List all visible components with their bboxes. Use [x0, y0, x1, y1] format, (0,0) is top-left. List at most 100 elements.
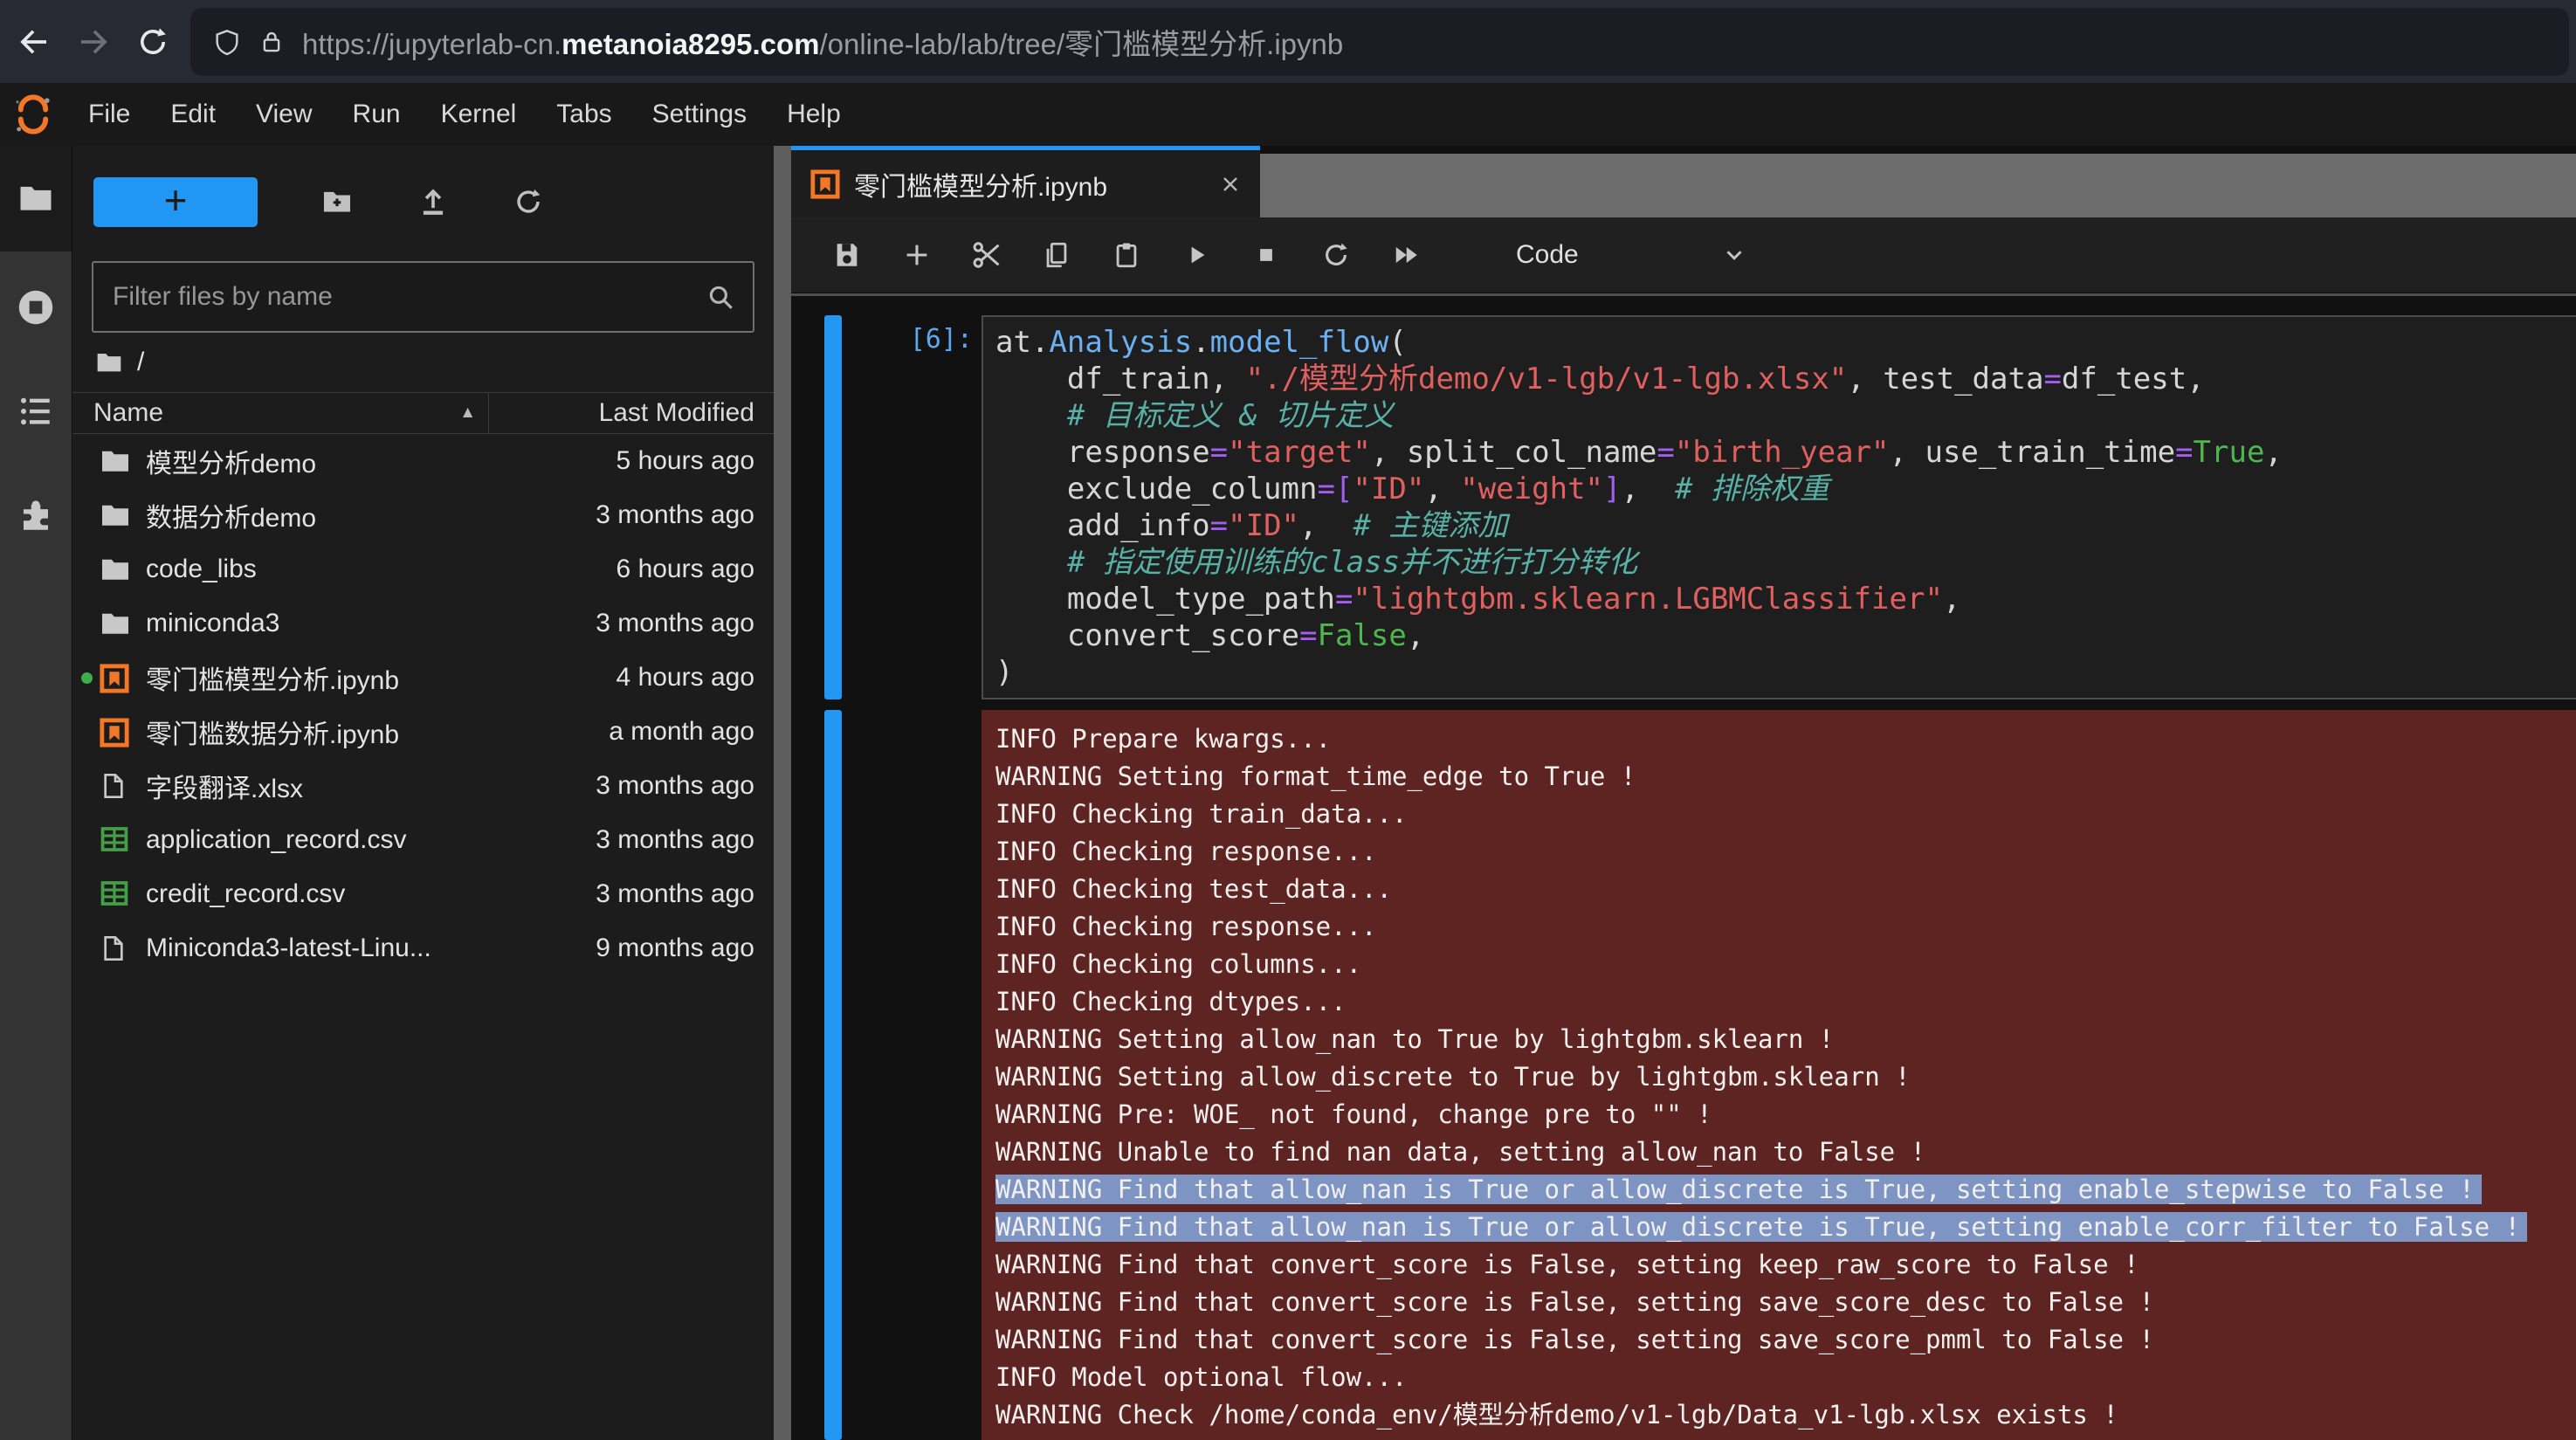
- plus-icon: [902, 240, 932, 270]
- file-name: 数据分析demo: [146, 496, 596, 534]
- copy-cells-button[interactable]: [1041, 239, 1072, 271]
- notebook-content: [6]: at.Analysis.model_flow( df_train, "…: [791, 293, 2576, 1440]
- tab-notebook[interactable]: 零门槛模型分析.ipynb: [791, 146, 1260, 217]
- sidebar-item-running-kernels[interactable]: [17, 288, 55, 327]
- main-dock-panel: 零门槛模型分析.ipynb: [791, 146, 2576, 1440]
- restart-kernel-button[interactable]: [1320, 239, 1352, 271]
- url-scheme: https://jupyterlab-cn.: [302, 28, 561, 60]
- menu-tabs[interactable]: Tabs: [536, 100, 631, 129]
- new-folder-button[interactable]: [320, 185, 354, 218]
- browser-back-button[interactable]: [9, 17, 59, 67]
- notebook-icon: [100, 716, 131, 748]
- cut-cells-button[interactable]: [971, 239, 1002, 271]
- folder-icon[interactable]: [95, 348, 123, 376]
- code-line: df_train, "./模型分析demo/v1-lgb/v1-lgb.xlsx…: [995, 361, 2576, 397]
- file-row[interactable]: 零门槛模型分析.ipynb4 hours ago: [72, 651, 774, 705]
- cell-collapser-output[interactable]: [824, 710, 842, 1440]
- file-modified: 3 months ago: [596, 771, 754, 801]
- new-launcher-button[interactable]: +: [93, 177, 258, 227]
- row-indicator-empty: [81, 456, 93, 467]
- lock-icon: [258, 29, 285, 55]
- output-line: WARNING Pre: WOE_ not found, change pre …: [995, 1096, 2576, 1133]
- upload-button[interactable]: [417, 185, 450, 218]
- sort-ascending-icon: ▲: [459, 403, 476, 423]
- code-line: # 指定使用训练的class并不进行打分转化: [995, 544, 2576, 581]
- cell-collapser-code[interactable]: [824, 315, 842, 699]
- file-row[interactable]: application_record.csv3 months ago: [72, 813, 774, 867]
- output-area[interactable]: INFO Prepare kwargs...WARNING Setting fo…: [981, 710, 2576, 1440]
- paste-cells-button[interactable]: [1111, 239, 1142, 271]
- add-cell-button[interactable]: [901, 239, 933, 271]
- output-line: INFO Model optional flow...: [995, 1359, 2576, 1396]
- refresh-icon: [513, 186, 544, 217]
- file-modified: 3 months ago: [596, 609, 754, 638]
- url-domain: metanoia8295.com: [561, 28, 819, 60]
- restart-run-all-button[interactable]: [1390, 239, 1422, 271]
- output-line: INFO Checking response...: [995, 833, 2576, 871]
- column-header-last-modified[interactable]: Last Modified: [489, 398, 774, 428]
- sidebar-item-extensions[interactable]: [17, 498, 54, 534]
- file-row[interactable]: Miniconda3-latest-Linu...9 months ago: [72, 921, 774, 975]
- tab-bar: 零门槛模型分析.ipynb: [791, 146, 2576, 217]
- code-editor[interactable]: at.Analysis.model_flow( df_train, "./模型分…: [981, 315, 2576, 699]
- code-line: # 目标定义 & 切片定义: [995, 397, 2576, 434]
- menu-help[interactable]: Help: [767, 100, 861, 129]
- file-row[interactable]: 字段翻译.xlsx3 months ago: [72, 759, 774, 813]
- jupyter-menu-bar: File Edit View Run Kernel Tabs Settings …: [0, 83, 2576, 146]
- menu-edit[interactable]: Edit: [150, 100, 236, 129]
- row-indicator-empty: [81, 781, 93, 792]
- menu-run[interactable]: Run: [333, 100, 421, 129]
- stop-icon: [1253, 242, 1279, 268]
- menu-file[interactable]: File: [68, 100, 150, 129]
- output-line: INFO Checking test_data...: [995, 871, 2576, 908]
- column-header-name[interactable]: Name ▲: [93, 398, 488, 428]
- file-modified: 3 months ago: [596, 825, 754, 855]
- output-line: WARNING Find that convert_score is False…: [995, 1246, 2576, 1284]
- save-button[interactable]: [831, 239, 863, 271]
- notebook-icon: [100, 662, 131, 693]
- csv-icon: [100, 824, 131, 856]
- file-name: 零门槛模型分析.ipynb: [146, 658, 616, 697]
- row-indicator-empty: [81, 564, 93, 575]
- breadcrumb: /: [72, 333, 774, 392]
- file-row[interactable]: 模型分析demo5 hours ago: [72, 434, 774, 488]
- sidebar-item-file-browser[interactable]: [17, 180, 54, 217]
- panel-splitter-handle[interactable]: [774, 146, 791, 1440]
- chevron-down-icon: [1721, 242, 1747, 268]
- file-row[interactable]: code_libs6 hours ago: [72, 542, 774, 596]
- refresh-file-list-button[interactable]: [513, 186, 544, 217]
- file-row[interactable]: 数据分析demo3 months ago: [72, 488, 774, 542]
- copy-icon: [1042, 240, 1071, 270]
- cell-type-dropdown[interactable]: Code: [1516, 240, 1579, 270]
- run-cell-button[interactable]: [1181, 239, 1212, 271]
- file-row[interactable]: miniconda33 months ago: [72, 596, 774, 651]
- menu-view[interactable]: View: [236, 100, 332, 129]
- browser-refresh-button[interactable]: [127, 17, 178, 67]
- clipboard-icon: [1112, 240, 1141, 270]
- code-line: exclude_column=["ID", "weight"], # 排除权重: [995, 471, 2576, 507]
- output-line: INFO Checking columns...: [995, 946, 2576, 983]
- play-icon: [1182, 241, 1210, 269]
- menu-settings[interactable]: Settings: [632, 100, 767, 129]
- filter-files-input[interactable]: [111, 281, 706, 313]
- scissors-icon: [971, 239, 1002, 271]
- sidebar-item-table-of-contents[interactable]: [17, 393, 54, 430]
- row-indicator-empty: [81, 943, 93, 954]
- interrupt-kernel-button[interactable]: [1250, 239, 1282, 271]
- cell-type-dropdown-arrow[interactable]: [1718, 239, 1750, 271]
- back-arrow-icon: [16, 24, 52, 60]
- file-list-header: Name ▲ Last Modified: [72, 392, 774, 434]
- breadcrumb-root[interactable]: /: [137, 348, 144, 377]
- browser-forward-button[interactable]: [68, 17, 119, 67]
- tab-bar-empty-area: [1260, 154, 2576, 217]
- url-path: /online-lab/lab/tree/零门槛模型分析.ipynb: [819, 28, 1343, 60]
- file-modified: 4 hours ago: [616, 663, 754, 692]
- file-row[interactable]: credit_record.csv3 months ago: [72, 867, 774, 921]
- file-row[interactable]: 零门槛数据分析.ipynba month ago: [72, 705, 774, 759]
- close-icon[interactable]: [1218, 172, 1243, 196]
- menu-kernel[interactable]: Kernel: [421, 100, 537, 129]
- address-bar[interactable]: https://jupyterlab-cn.metanoia8295.com/o…: [190, 8, 2569, 76]
- row-indicator-empty: [81, 889, 93, 900]
- file-modified: 9 months ago: [596, 934, 754, 963]
- running-kernel-dot: [81, 672, 93, 684]
